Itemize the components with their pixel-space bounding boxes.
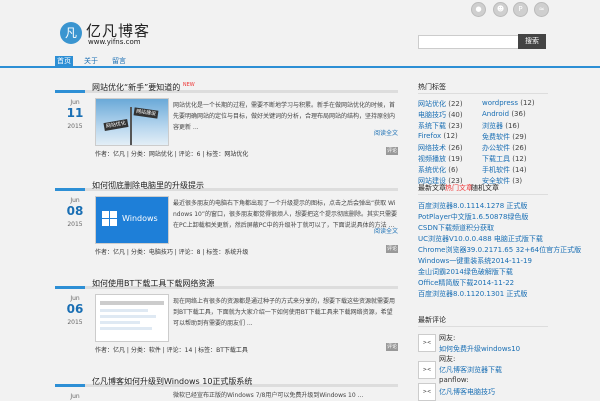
recent-post-link[interactable]: CSDN下载频道积分获取 <box>418 223 494 233</box>
new-badge: NEW <box>182 82 195 88</box>
tag-link[interactable]: 电脑技巧 (40) <box>418 110 463 120</box>
post-day: 08 <box>66 204 84 218</box>
comment-link[interactable]: 亿凡博客电脑技巧 <box>439 387 495 397</box>
recent-post-link[interactable]: 百度浏览器8.0.1120.1301 正式版 <box>418 289 527 299</box>
tags-title: 热门标签 <box>418 83 446 91</box>
recent-post-link[interactable]: PotPlayer中文版1.6.50878绿色版 <box>418 212 528 222</box>
tag-link[interactable]: wordpress (12) <box>482 99 535 107</box>
site-url: www.yifns.com <box>88 38 141 46</box>
comment-author: panflow: <box>439 376 469 384</box>
post-title[interactable]: 亿凡博客如何升级到Windows 10正式版系统 <box>92 376 252 387</box>
post-divider-accent <box>55 384 85 387</box>
tag-link[interactable]: 浏览器 (16) <box>482 121 520 131</box>
post-thumbnail[interactable] <box>95 294 169 342</box>
post-excerpt: 网站优化是一个长期的过程，需要不断地学习与积累。新手在做网站优化的时候，首先要明… <box>173 102 396 131</box>
screenshot-row <box>100 309 148 312</box>
tag-link[interactable]: 手机软件 (14) <box>482 165 527 175</box>
tag-link[interactable]: 办公软件 (26) <box>482 143 527 153</box>
tag-link[interactable]: 下载工具 (12) <box>482 154 527 164</box>
post-meta: 作者：亿凡 | 分类：电脑技巧 | 评论：8 | 标签：系统升级 <box>95 249 249 256</box>
recent-post-link[interactable]: 百度浏览器8.0.1114.1278 正式版 <box>418 201 527 211</box>
comment-author: 网友: <box>439 355 456 363</box>
logo-icon[interactable]: 凡 <box>60 22 82 44</box>
nav-divider <box>0 66 600 68</box>
tag-link[interactable]: Firefox (12) <box>418 132 458 140</box>
comment-button[interactable]: 评论 <box>386 245 398 253</box>
screenshot-bar <box>100 301 164 305</box>
post-thumbnail[interactable]: Windows <box>95 196 169 244</box>
signpost-pole <box>130 107 132 145</box>
comment-button[interactable]: 评论 <box>386 343 398 351</box>
avatar: >< <box>418 334 436 352</box>
post-card: 如何彻底删除电脑里的升级提示 Jun 08 2015 Windows 最近很多朋… <box>55 181 398 266</box>
search-button[interactable]: 搜索 <box>518 34 546 49</box>
post-thumbnail[interactable]: 网站优化 网站建设 <box>95 98 169 146</box>
tab-random[interactable]: 随机文章 <box>471 183 499 193</box>
tag-link[interactable]: 网络技术 (26) <box>418 143 463 153</box>
recent-post-link[interactable]: UC浏览器V10.0.0.488 电脑正式版下载 <box>418 234 543 244</box>
post-year: 2015 <box>67 319 83 326</box>
post-month: Jun <box>70 295 80 302</box>
tag-link[interactable]: Android (36) <box>482 110 526 118</box>
tag-link[interactable]: 系统下载 (23) <box>418 121 463 131</box>
comment-link[interactable]: 如何免费升级windows10 <box>439 344 520 354</box>
recent-post-link[interactable]: Office精简版下载2014-11-22 <box>418 278 514 288</box>
sidebar-divider <box>418 93 548 94</box>
post-card: 网站优化“新手”要知道的 NEW Jun 11 2015 网站优化 网站建设 网… <box>55 82 398 168</box>
comment-author: 网友: <box>439 334 456 342</box>
post-divider-accent <box>55 188 85 191</box>
tab-latest[interactable]: 最新文章 <box>418 183 446 193</box>
signpost-sign: 网站建设 <box>133 107 159 119</box>
post-card: 亿凡博客如何升级到Windows 10正式版系统 Jun 微软已经宣布正版的Wi… <box>55 377 398 400</box>
tag-link[interactable]: 视频播放 (19) <box>418 154 463 164</box>
search-input[interactable] <box>418 35 522 49</box>
pinterest-icon[interactable]: P <box>513 2 528 17</box>
post-excerpt: 现在网络上有很多的资源都是通过种子的方式来分享的，想要下载这些资源就需要用到BT… <box>173 298 396 327</box>
post-divider-accent <box>55 286 85 289</box>
read-more-link[interactable]: 阅读全文 <box>374 226 398 235</box>
comments-title: 最新评论 <box>418 316 446 324</box>
post-month: Jun <box>70 99 80 106</box>
tag-link[interactable]: 网站优化 (22) <box>418 99 463 109</box>
comment-link[interactable]: 亿凡博客浏览器下载 <box>439 365 502 375</box>
signpost-sign: 网站优化 <box>103 118 129 132</box>
tag-link[interactable]: 免费软件 (29) <box>482 132 527 142</box>
recent-post-link[interactable]: 金山词霸2014绿色破解版下载 <box>418 267 513 277</box>
post-year: 2015 <box>67 221 83 228</box>
post-title[interactable]: 如何彻底删除电脑里的升级提示 <box>92 180 204 191</box>
post-title[interactable]: 如何使用BT下载工具下载网络资源 <box>92 278 214 289</box>
rss-icon[interactable]: ≈ <box>534 2 549 17</box>
post-meta: 作者：亿凡 | 分类：网站优化 | 评论：6 | 标签：网站优化 <box>95 151 249 158</box>
screenshot-row <box>100 327 152 330</box>
post-meta: 作者：亿凡 | 分类：软件 | 评论：14 | 标签：BT下载工具 <box>95 347 248 354</box>
sidebar-divider <box>418 194 548 195</box>
read-more-link[interactable]: 阅读全文 <box>374 128 398 137</box>
avatar: >< <box>418 361 436 379</box>
screenshot-row <box>100 315 156 318</box>
windows-logo-icon <box>102 211 118 227</box>
post-month: Jun <box>70 197 80 204</box>
post-day: 06 <box>66 302 84 316</box>
avatar: >< <box>418 383 436 401</box>
post-excerpt: 微软已经宣布正版的Windows 7/8用户可以免费升级到Windows 10 … <box>173 392 364 399</box>
tag-link[interactable]: 系统优化 (6) <box>418 165 458 175</box>
post-month: Jun <box>70 393 80 400</box>
user-icon[interactable]: ☻ <box>493 2 508 17</box>
post-year: 2015 <box>67 123 83 130</box>
post-day: 11 <box>66 106 84 120</box>
post-excerpt: 最近很多朋友的电脑右下角都出现了一个升级提示的图标，点击之后会弹出“获取 Win… <box>173 200 397 229</box>
comment-button[interactable]: 评论 <box>386 147 398 155</box>
windows-label: Windows <box>122 214 158 223</box>
post-divider-accent <box>55 90 85 93</box>
tab-popular[interactable]: 热门文章 <box>445 183 473 193</box>
recent-post-link[interactable]: Chrome浏览器39.0.2171.65 32+64位官方正式版 <box>418 245 581 255</box>
lock-icon[interactable]: ● <box>471 2 486 17</box>
post-title[interactable]: 网站优化“新手”要知道的 NEW <box>92 82 195 93</box>
screenshot-row <box>100 321 140 324</box>
recent-post-link[interactable]: Windows一键重装系统2014-11-19 <box>418 256 532 266</box>
sidebar-divider <box>418 326 548 327</box>
post-card: 如何使用BT下载工具下载网络资源 Jun 06 2015 现在网络上有很多的资源… <box>55 279 398 364</box>
